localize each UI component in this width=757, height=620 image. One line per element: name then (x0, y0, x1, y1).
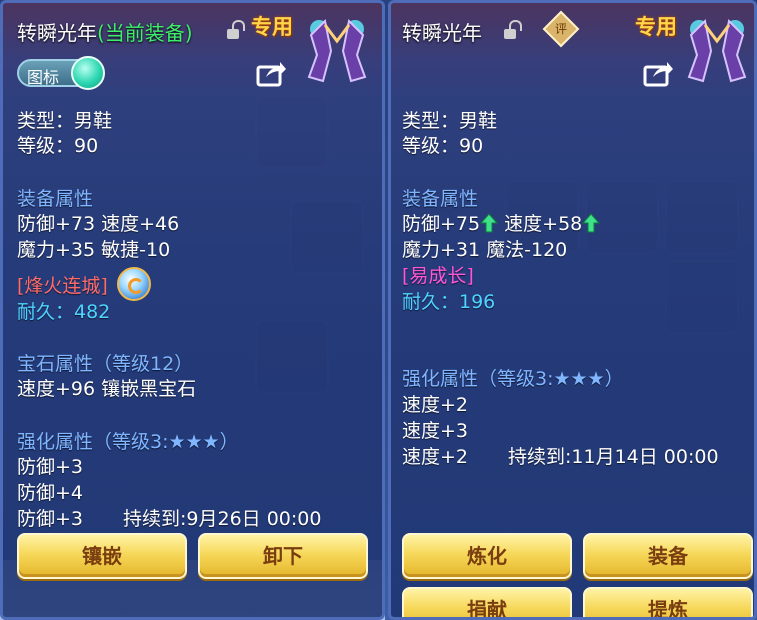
item-name: 转瞬光年 (17, 21, 97, 45)
unequip-button[interactable]: 卸下 (198, 533, 368, 579)
enhance-line: 防御+3 (17, 456, 84, 478)
item-name: 转瞬光年 (402, 21, 482, 45)
item-type: 类型：男鞋 (17, 110, 113, 132)
reforge-icon[interactable] (117, 267, 151, 301)
unlock-icon[interactable] (504, 20, 522, 39)
extract-button[interactable]: 提炼 (583, 587, 753, 617)
enhance-expire: 持续到:9月26日 00:00 (123, 508, 322, 530)
stat-up-arrow-icon (582, 213, 601, 233)
special-skill: [易成长] (402, 265, 474, 287)
share-icon[interactable] (643, 61, 673, 87)
equipped-tag: (当前装备) (97, 21, 193, 45)
enhance-attr-header: 强化属性（等级3:★★★） (17, 431, 239, 453)
icon-toggle[interactable]: 图标 (17, 56, 105, 90)
exclusive-label: 专用 (251, 15, 293, 39)
item-title: 转瞬光年(当前装备) (17, 17, 193, 46)
attr-defense: 防御+75 (402, 213, 481, 235)
enhance-line: 速度+2 (402, 446, 469, 468)
equip-button[interactable]: 装备 (583, 533, 753, 579)
enhance-line: 防御+3 (17, 508, 84, 530)
exclusive-label: 专用 (635, 15, 677, 39)
evaluate-badge-label: 评 (554, 22, 567, 36)
gem-attr-line: 速度+96 镶嵌黑宝石 (17, 378, 197, 400)
enhance-line: 速度+2 (402, 394, 469, 416)
attr-line-2: 魔力+35 敏捷-10 (17, 239, 171, 261)
item-type: 类型：男鞋 (402, 110, 498, 132)
enhance-attr-header: 强化属性（等级3:★★★） (402, 368, 624, 390)
stat-up-arrow-icon (480, 213, 499, 233)
attr-line-1: 防御+73 速度+46 (17, 213, 180, 235)
equip-attr-header: 装备属性 (17, 188, 94, 210)
special-skill: [烽火连城] (17, 275, 108, 297)
enhance-line: 防御+4 (17, 482, 84, 504)
boots-icon (307, 18, 367, 83)
equipped-item-tooltip: 转瞬光年(当前装备) 专用 图标 类型：男鞋 等级：90 装备属性 防御+73 … (0, 0, 385, 620)
inlay-button[interactable]: 镶嵌 (17, 533, 187, 579)
share-icon[interactable] (256, 61, 286, 87)
equip-attr-header: 装备属性 (402, 188, 479, 210)
unlock-icon[interactable] (227, 20, 245, 39)
attr-line-1: 防御+75 速度+58 (402, 212, 601, 236)
boots-icon (687, 18, 747, 83)
attr-speed: 速度+58 (504, 213, 583, 235)
donate-button[interactable]: 捐献 (402, 587, 572, 617)
attr-line-2: 魔力+31 魔法-120 (402, 239, 568, 261)
item-level: 等级：90 (17, 135, 99, 157)
refine-button[interactable]: 炼化 (402, 533, 572, 579)
durability: 耐久：482 (17, 301, 111, 323)
icon-toggle-label: 图标 (27, 68, 60, 87)
compare-item-tooltip: 转瞬光年 评 专用 类型：男鞋 等级：90 装备属性 防御+75 速度+58 魔… (388, 0, 757, 620)
enhance-line: 速度+3 (402, 420, 469, 442)
toggle-knob (71, 56, 105, 90)
gem-attr-header: 宝石属性（等级12） (17, 353, 194, 375)
durability: 耐久：196 (402, 291, 496, 313)
enhance-expire: 持续到:11月14日 00:00 (508, 446, 719, 468)
item-level: 等级：90 (402, 135, 484, 157)
